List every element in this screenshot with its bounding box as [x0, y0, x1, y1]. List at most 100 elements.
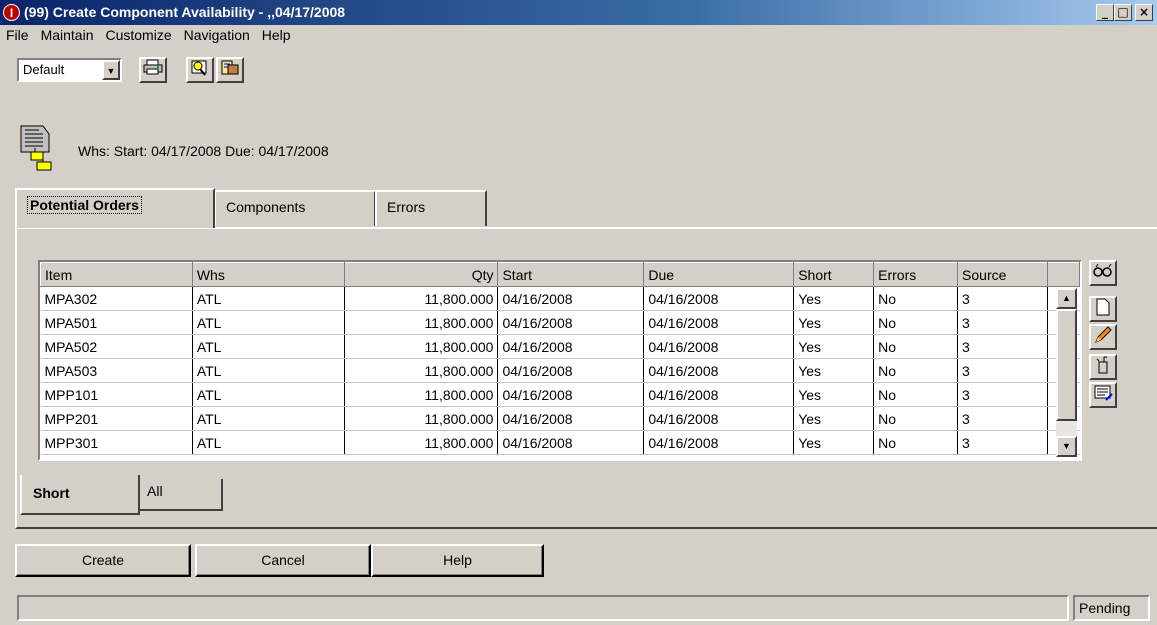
- scrollbar-thumb[interactable]: [1056, 309, 1077, 421]
- cell-source: 3: [957, 286, 1048, 311]
- cell-whs: ATL: [192, 406, 345, 431]
- grid-table: Item Whs Qty Start Due Short Errors Sour…: [40, 262, 1080, 455]
- cell-source: 3: [957, 382, 1048, 407]
- menu-bar: File Maintain Customize Navigation Help: [0, 25, 1157, 45]
- cell-qty: 11,800.000: [344, 358, 499, 383]
- table-row[interactable]: MPA503 ATL 11,800.000 04/16/2008 04/16/2008 Y…: [40, 358, 1080, 383]
- cell-short: Yes: [793, 310, 875, 335]
- cell-start: 04/16/2008: [497, 286, 645, 311]
- menu-file[interactable]: File: [0, 25, 35, 45]
- menu-help[interactable]: Help: [256, 25, 297, 45]
- cell-short: Yes: [793, 358, 875, 383]
- cell-due: 04/16/2008: [643, 382, 795, 407]
- cell-start: 04/16/2008: [497, 430, 645, 455]
- cell-due: 04/16/2008: [643, 358, 795, 383]
- table-row[interactable]: MPA501 ATL 11,800.000 04/16/2008 04/16/2008 Y…: [40, 310, 1080, 335]
- cell-short: Yes: [793, 406, 875, 431]
- column-header-due[interactable]: Due: [643, 262, 795, 287]
- scroll-down-icon[interactable]: ▼: [1056, 436, 1077, 457]
- title-bar: I (99) Create Component Availability - ,…: [0, 0, 1157, 25]
- menu-maintain[interactable]: Maintain: [35, 25, 100, 45]
- minimize-button[interactable]: _: [1096, 4, 1114, 21]
- cell-whs: ATL: [192, 430, 345, 455]
- cell-item: MPA302: [40, 286, 193, 311]
- column-header-errors[interactable]: Errors: [873, 262, 959, 287]
- grid-scrollbar[interactable]: ▲ ▼: [1056, 288, 1077, 457]
- cell-qty: 11,800.000: [344, 334, 499, 359]
- table-row[interactable]: MPP201 ATL 11,800.000 04/16/2008 04/16/2008 Y…: [40, 406, 1080, 431]
- cell-qty: 11,800.000: [344, 286, 499, 311]
- layout-select-value: Default: [23, 62, 65, 77]
- cell-start: 04/16/2008: [497, 382, 645, 407]
- subtab-short-label: Short: [33, 485, 70, 501]
- cell-qty: 11,800.000: [344, 382, 499, 407]
- cell-item: MPA501: [40, 310, 193, 335]
- table-row[interactable]: MPP101 ATL 11,800.000 04/16/2008 04/16/2008 Y…: [40, 382, 1080, 407]
- grid-header-row: Item Whs Qty Start Due Short Errors Sour…: [40, 262, 1080, 287]
- column-header-start[interactable]: Start: [497, 262, 645, 287]
- delete-icon[interactable]: [1089, 354, 1117, 380]
- edit-icon[interactable]: [1089, 324, 1117, 350]
- cell-whs: ATL: [192, 334, 345, 359]
- potential-orders-grid[interactable]: Item Whs Qty Start Due Short Errors Sour…: [38, 260, 1082, 461]
- notes-icon[interactable]: [1089, 382, 1117, 408]
- header-info: Whs: Start: 04/17/2008 Due: 04/17/2008: [78, 143, 329, 159]
- view-icon[interactable]: [1089, 260, 1117, 286]
- new-icon[interactable]: [1089, 296, 1117, 322]
- column-header-source[interactable]: Source: [957, 262, 1048, 287]
- subtab-all[interactable]: All: [138, 479, 223, 511]
- cell-start: 04/16/2008: [497, 358, 645, 383]
- menu-customize[interactable]: Customize: [99, 25, 177, 45]
- create-button[interactable]: Create: [15, 544, 191, 577]
- cell-source: 3: [957, 334, 1048, 359]
- app-icon[interactable]: I: [3, 4, 20, 21]
- cell-whs: ATL: [192, 358, 345, 383]
- cell-due: 04/16/2008: [643, 310, 795, 335]
- table-row[interactable]: MPA502 ATL 11,800.000 04/16/2008 04/16/2008 Y…: [40, 334, 1080, 359]
- close-button[interactable]: ×: [1135, 4, 1153, 21]
- tab-potential-orders-label: Potential Orders: [27, 196, 142, 214]
- column-header-item[interactable]: Item: [40, 262, 193, 287]
- menu-navigation[interactable]: Navigation: [178, 25, 256, 45]
- scroll-up-icon[interactable]: ▲: [1056, 288, 1077, 309]
- tab-errors-label: Errors: [387, 199, 426, 215]
- cell-due: 04/16/2008: [643, 286, 795, 311]
- cell-due: 04/16/2008: [643, 430, 795, 455]
- cell-errors: No: [873, 430, 959, 455]
- cell-source: 3: [957, 430, 1048, 455]
- export-icon[interactable]: [216, 57, 244, 83]
- tab-potential-orders[interactable]: Potential Orders: [15, 188, 215, 228]
- cell-qty: 11,800.000: [344, 430, 499, 455]
- cell-start: 04/16/2008: [497, 406, 645, 431]
- cell-item: MPA503: [40, 358, 193, 383]
- table-row[interactable]: MPA302 ATL 11,800.000 04/16/2008 04/16/2008 Y…: [40, 286, 1080, 311]
- column-header-whs[interactable]: Whs: [191, 262, 345, 287]
- table-row[interactable]: MPP301 ATL 11,800.000 04/16/2008 04/16/2008 Y…: [40, 430, 1080, 455]
- cell-item: MPP301: [40, 430, 193, 455]
- cell-item: MPP201: [40, 406, 193, 431]
- cell-due: 04/16/2008: [643, 334, 795, 359]
- cancel-button[interactable]: Cancel: [195, 544, 371, 577]
- cell-item: MPP101: [40, 382, 193, 407]
- tab-components[interactable]: Components: [214, 190, 376, 226]
- maximize-button[interactable]: □: [1114, 4, 1132, 21]
- cell-start: 04/16/2008: [497, 334, 645, 359]
- cell-errors: No: [873, 382, 959, 407]
- cell-short: Yes: [793, 382, 875, 407]
- column-header-qty[interactable]: Qty: [343, 262, 499, 287]
- cell-short: Yes: [793, 286, 875, 311]
- tab-errors[interactable]: Errors: [375, 190, 487, 226]
- status-message: [17, 595, 1069, 621]
- tab-components-label: Components: [226, 199, 306, 215]
- find-icon[interactable]: [186, 57, 214, 83]
- help-button[interactable]: Help: [371, 544, 544, 577]
- cell-item: MPA502: [40, 334, 193, 359]
- chevron-down-icon[interactable]: ▼: [102, 60, 120, 80]
- printer-icon[interactable]: [139, 57, 167, 83]
- layout-select[interactable]: Default ▼: [17, 58, 122, 82]
- cell-whs: ATL: [192, 286, 345, 311]
- cell-short: Yes: [793, 430, 875, 455]
- column-header-short[interactable]: Short: [793, 262, 875, 287]
- subtab-short[interactable]: Short: [20, 475, 140, 515]
- cell-errors: No: [873, 406, 959, 431]
